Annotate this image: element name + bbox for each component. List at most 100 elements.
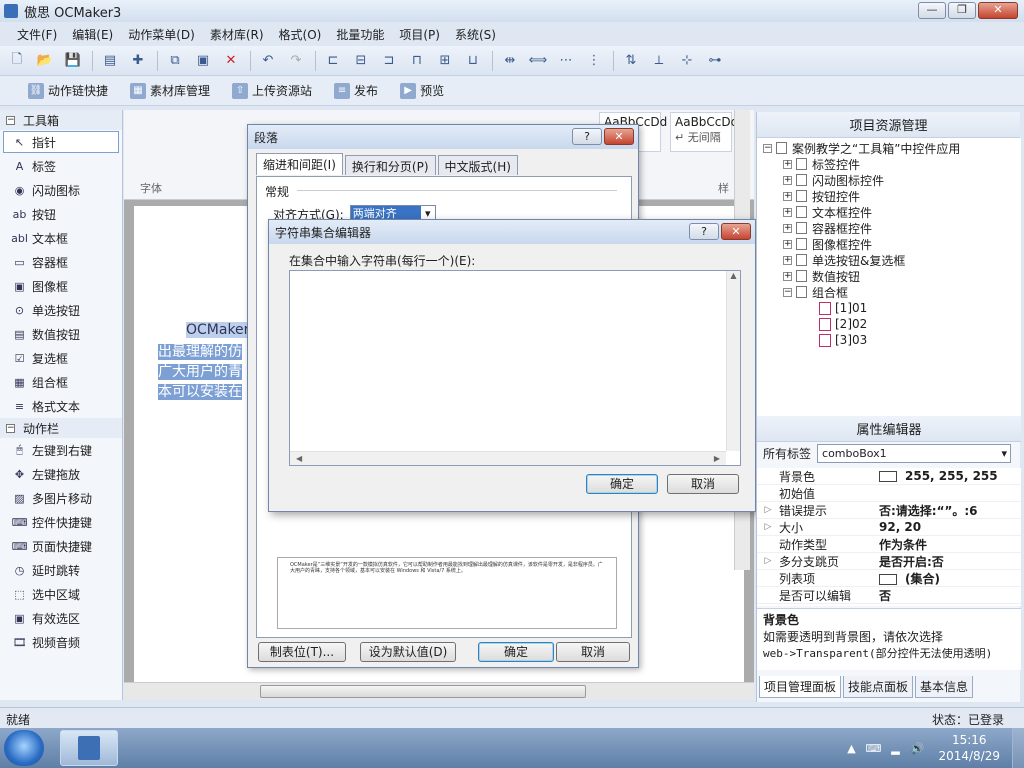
publish-button[interactable]: ≡ 发布 [334,82,378,99]
property-row[interactable]: ▷ 错误提示 否:请选择:“”。:6 [757,502,1021,519]
action-drag[interactable]: ✥ 左键拖放 [0,462,122,486]
property-row[interactable]: 列表项 (集合) [757,570,1021,587]
expand-icon[interactable]: + [783,255,792,265]
action-multi-image[interactable]: ▨ 多图片移动 [0,486,122,510]
action-control-shortcut[interactable]: ⌨ 控件快捷键 [0,510,122,534]
menu-system[interactable]: 系统(S) [450,26,506,43]
tool-flash-icon[interactable]: ◉ 闪动图标 [0,178,122,202]
collapse-icon[interactable]: − [6,423,15,433]
align-top-icon[interactable]: ⊓ [406,50,428,72]
tool-radio[interactable]: ⊙ 单选按钮 [0,298,122,322]
property-row[interactable]: 是否可以编辑 否 [757,587,1021,604]
scroll-left-icon[interactable]: ◀ [296,454,302,463]
tool-pointer[interactable]: ↖ 指针 [3,131,119,153]
keyboard-icon[interactable]: ⌨ [866,741,882,755]
same-width-icon[interactable]: ⇹ [499,50,521,72]
h-center-icon[interactable]: ⋮ [583,50,605,72]
menu-edit[interactable]: 编辑(E) [67,26,123,43]
align-bottom-icon[interactable]: ⊔ [462,50,484,72]
action-page-shortcut[interactable]: ⌨ 页面快捷键 [0,534,122,558]
upload-button[interactable]: ⇧ 上传资源站 [232,82,312,99]
set-default-button[interactable]: 设为默认值(D) [360,642,456,662]
tool-container[interactable]: ▭ 容器框 [0,250,122,274]
action-left-right[interactable]: 🖱 左键到右键 [0,438,122,462]
tree-root[interactable]: − 案例教学之“工具箱”中控件应用 [763,140,960,156]
menu-project[interactable]: 项目(P) [394,26,450,43]
toolbox-header[interactable]: − 工具箱 [0,110,122,130]
scroll-thumb[interactable] [260,685,586,698]
v-equal-icon[interactable]: ⊶ [704,50,726,72]
tool-richtext[interactable]: ≡ 格式文本 [0,394,122,418]
page-icon[interactable]: ▤ [99,50,121,72]
tree-node[interactable]: + 数值按钮 [783,268,860,284]
maximize-button[interactable]: ❐ [948,2,976,19]
property-value[interactable]: (集合) [875,570,1021,587]
property-value[interactable]: 作为条件 [875,536,1021,553]
tree-node[interactable]: + 闪动图标控件 [783,172,884,188]
puzzle-icon[interactable]: ✚ [127,50,149,72]
start-button[interactable] [4,730,44,766]
tool-image[interactable]: ▣ 图像框 [0,274,122,298]
tab-chinese-layout[interactable]: 中文版式(H) [437,155,518,175]
tool-button[interactable]: ab 按钮 [0,202,122,226]
tool-textbox[interactable]: abl 文本框 [0,226,122,250]
action-video-audio[interactable]: 🎞 视频音频 [0,630,122,654]
save-icon[interactable]: 💾 [62,50,84,72]
preview-button[interactable]: ▶ 预览 [400,82,444,99]
action-chain-button[interactable]: ⛓ 动作链快捷 [28,82,108,99]
v-spacing-icon[interactable]: ⟂ [648,50,670,72]
property-value[interactable]: 否 [875,587,1021,604]
tree-node[interactable]: + 标签控件 [783,156,860,172]
ok-button[interactable]: 确定 [478,642,554,662]
menu-action[interactable]: 动作菜单(D) [123,26,205,43]
tool-label-control[interactable]: A 标签 [0,154,122,178]
style-no-spacing[interactable]: AaBbCcDd ↵ 无间隔 [670,112,738,152]
menu-file[interactable]: 文件(F) [12,26,67,43]
tool-numeric[interactable]: ▤ 数值按钮 [0,322,122,346]
action-select-area[interactable]: ⬚ 选中区域 [0,582,122,606]
property-value[interactable]: 否:请选择:“”。:6 [875,502,1021,519]
show-hidden-icons[interactable]: ▲ [844,741,858,755]
dialog-close-button[interactable]: ✕ [604,128,634,145]
actionbar-header[interactable]: − 动作栏 [0,418,122,438]
component-select[interactable]: comboBox1 [817,444,1012,463]
expand-icon[interactable]: + [783,223,792,233]
align-right-icon[interactable]: ⊐ [378,50,400,72]
menu-library[interactable]: 素材库(R) [205,26,274,43]
editor-horizontal-scrollbar[interactable] [124,682,754,700]
scroll-right-icon[interactable]: ▶ [714,454,720,463]
menu-format[interactable]: 格式(O) [274,26,332,43]
cancel-button[interactable]: 取消 [667,474,739,494]
expand-icon[interactable]: + [783,175,792,185]
h-distribute-icon[interactable]: ⋯ [555,50,577,72]
tree-node[interactable]: + 按钮控件 [783,188,860,204]
tree-child[interactable]: [1]01 [819,300,867,316]
tab-basic-info[interactable]: 基本信息 [915,676,974,698]
taskbar-app-ocmaker[interactable] [60,730,118,766]
delete-icon[interactable]: ✕ [220,50,242,72]
tree-node[interactable]: + 图像框控件 [783,236,872,252]
tree-child[interactable]: [3]03 [819,332,867,348]
help-button[interactable]: ? [572,128,602,145]
expand-arrow-icon[interactable]: ▷ [757,522,779,532]
tree-child[interactable]: [2]02 [819,316,867,332]
tab-project-panel[interactable]: 项目管理面板 [759,676,842,698]
property-row[interactable]: 初始值 [757,485,1021,502]
network-icon[interactable]: ▂ [888,741,902,755]
property-row[interactable]: 动作类型 作为条件 [757,536,1021,553]
property-row[interactable]: ▷ 多分支跳页 是否开启:否 [757,553,1021,570]
property-value[interactable]: 是否开启:否 [875,553,1021,570]
property-value[interactable]: 92, 20 [875,520,1021,534]
expand-icon[interactable]: + [783,191,792,201]
help-button[interactable]: ? [689,223,719,240]
new-file-icon[interactable]: 🗋 [6,50,28,72]
collapse-icon[interactable]: − [6,115,15,125]
tree-node[interactable]: + 单选按钮&复选框 [783,252,905,268]
menu-batch[interactable]: 批量功能 [331,26,394,43]
property-row[interactable]: ▷ 大小 92, 20 [757,519,1021,536]
tab-indent-spacing[interactable]: 缩进和间距(I) [256,153,343,175]
redo-icon[interactable]: ↷ [285,50,307,72]
open-folder-icon[interactable]: 📂 [34,50,56,72]
ok-button[interactable]: 确定 [586,474,658,494]
property-row[interactable]: 背景色 255, 255, 255 [757,468,1021,485]
